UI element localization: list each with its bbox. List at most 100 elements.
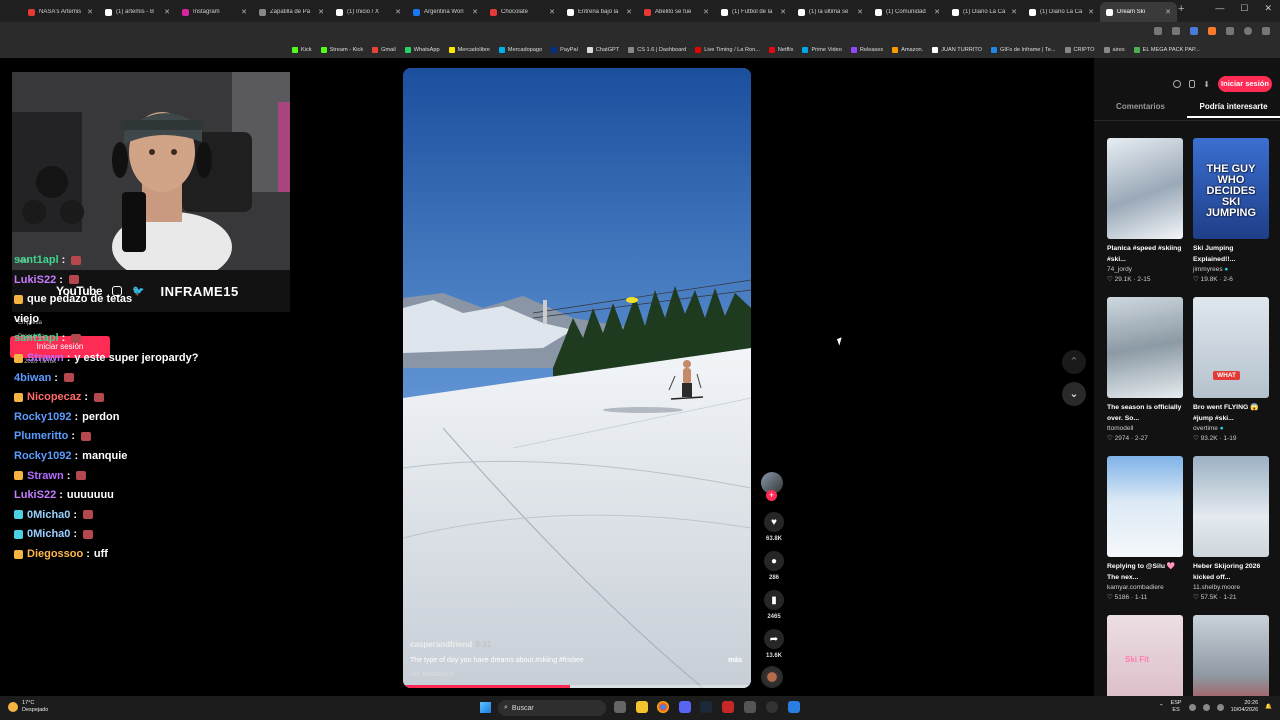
close-tab-icon[interactable]: ✕ <box>703 8 709 16</box>
close-tab-icon[interactable]: ✕ <box>1011 8 1017 16</box>
video-progress-bar[interactable] <box>403 685 751 688</box>
previous-video-button[interactable]: ⌃ <box>1062 350 1086 374</box>
video-more-link[interactable]: más <box>728 657 742 664</box>
chat-username[interactable]: sant1apl <box>14 254 59 266</box>
chat-username[interactable]: 0Micha0 <box>27 509 70 521</box>
browser-tab[interactable]: Instagram ✕ <box>176 2 253 22</box>
extension-icon[interactable] <box>1208 27 1216 35</box>
share-action[interactable]: ➦ 13.6K <box>761 629 787 659</box>
volume-icon[interactable] <box>1202 703 1210 711</box>
new-tab-button[interactable]: + <box>1178 3 1184 15</box>
wifi-icon[interactable] <box>1188 703 1196 711</box>
file-explorer-icon[interactable] <box>636 701 648 713</box>
card-author[interactable]: overtime ● <box>1193 425 1269 432</box>
obs-icon[interactable] <box>766 701 778 713</box>
bookmark-item[interactable]: PayPal <box>551 47 578 53</box>
video-thumbnail[interactable]: WHAT <box>1193 297 1269 398</box>
bookmark-item[interactable]: ChatGPT <box>586 47 619 53</box>
browser-tab[interactable]: Zapatilla de Pá ✕ <box>253 2 330 22</box>
close-tab-icon[interactable]: ✕ <box>87 8 93 16</box>
tray-chevron-icon[interactable]: ⌃ <box>1159 704 1164 710</box>
discord-icon[interactable] <box>679 701 691 713</box>
windows-start-icon[interactable] <box>480 702 491 713</box>
chat-username[interactable]: 0Micha0 <box>27 528 70 540</box>
browser-tab[interactable]: (1) la ultima se ✕ <box>792 2 869 22</box>
bookmark-item[interactable]: Mercadopago <box>498 47 542 53</box>
chat-username[interactable]: LukiS22 <box>14 489 56 501</box>
bookmark-item[interactable]: Kick <box>292 47 312 53</box>
menu-icon[interactable] <box>1262 27 1270 35</box>
bookmark-item[interactable]: JUAN TURRITO <box>932 47 982 53</box>
video-thumbnail[interactable]: THE GUY WHO DECIDES SKI JUMPING <box>1193 138 1269 239</box>
see-translation-link[interactable]: Ver traducción <box>410 671 455 678</box>
chat-username[interactable]: Rocky1092 <box>14 411 72 423</box>
notification-icon[interactable]: 🔔 <box>1265 704 1272 710</box>
card-author[interactable]: 11.shelby.moore <box>1193 584 1269 591</box>
login-button[interactable]: Iniciar sesión <box>1218 76 1272 92</box>
bookmark-item[interactable]: Stream - Kick <box>320 47 363 53</box>
cast-icon[interactable] <box>1154 27 1162 35</box>
minimize-icon[interactable]: — <box>1215 3 1224 14</box>
comment-icon[interactable]: ● <box>764 551 784 571</box>
card-title[interactable]: Replying to @Silu 🩷 The nex... <box>1107 561 1183 583</box>
browser-tab[interactable]: Abelito se fue ✕ <box>638 2 715 22</box>
card-title[interactable]: Bro went FLYING 😱 #jump #ski... <box>1193 402 1269 424</box>
browser-tab[interactable]: (1) Futbol de la ✕ <box>715 2 792 22</box>
bookmark-item[interactable]: Netflix <box>768 47 793 53</box>
bookmark-item[interactable]: CS 1.6 | Dashboard <box>628 47 686 53</box>
tab-recommended[interactable]: Podría interesarte <box>1187 102 1280 118</box>
bookmark-item[interactable]: EL MEGA PACK PAP... <box>1133 47 1200 53</box>
settings-icon[interactable] <box>1173 80 1182 88</box>
bookmark-item[interactable]: aires <box>1103 47 1125 53</box>
bookmark-item[interactable]: Live Timing / La Ron... <box>695 47 760 53</box>
taskbar-search[interactable]: ⌕ Buscar <box>498 700 606 716</box>
music-disc-icon[interactable] <box>761 666 783 688</box>
close-tab-icon[interactable]: ✕ <box>1165 8 1171 16</box>
bookmark-item[interactable]: GIFs de Inframe | Te... <box>991 47 1056 53</box>
card-title[interactable]: Planica #speed #skiing #ski... <box>1107 243 1183 265</box>
suggested-video-card[interactable]: Replying to @Silu 🩷 The nex... kamyar.com… <box>1107 456 1183 601</box>
browser-tab[interactable]: (1) Inicio / X ✕ <box>330 2 407 22</box>
bookmark-item[interactable]: Amazon. <box>892 47 923 53</box>
browser-tab[interactable]: Chocolate ✕ <box>484 2 561 22</box>
video-author-name[interactable]: casperandfriend <box>410 640 472 649</box>
chat-username[interactable]: Diegossoo <box>27 548 83 560</box>
chat-username[interactable]: Nicopecaz <box>27 391 81 403</box>
card-title[interactable]: Heber Skijoring 2026 kicked off... <box>1193 561 1269 583</box>
close-tab-icon[interactable]: ✕ <box>472 8 478 16</box>
bookmark-item[interactable]: CRIPTO <box>1064 47 1095 53</box>
browser-tab[interactable]: Argentina Worl ✕ <box>407 2 484 22</box>
close-window-icon[interactable]: ✕ <box>1264 3 1272 14</box>
chat-username[interactable]: sant1apl <box>14 332 59 344</box>
suggested-video-card[interactable]: Heber Skijoring 2026 kicked off... 11.she… <box>1193 456 1269 601</box>
close-tab-icon[interactable]: ✕ <box>549 8 555 16</box>
card-author[interactable]: jimmyrees ● <box>1193 266 1269 273</box>
video-thumbnail[interactable] <box>1107 297 1183 398</box>
language-indicator[interactable]: ESP ES <box>1171 700 1182 714</box>
next-video-button[interactable]: ⌄ <box>1062 382 1086 406</box>
comment-action[interactable]: ● 286 <box>761 551 787 581</box>
puzzle-icon[interactable] <box>1226 27 1234 35</box>
card-author[interactable]: 74_jordy <box>1107 266 1183 273</box>
bookmark-item[interactable]: Releases <box>850 47 883 53</box>
chat-username[interactable]: Strawn <box>27 470 64 482</box>
browser-tab[interactable]: NASA's Artemis ✕ <box>22 2 99 22</box>
suggested-video-card[interactable]: THE GUY WHO DECIDES SKI JUMPING Ski Jumpi… <box>1193 138 1269 283</box>
browser-tab[interactable]: (1) Diario La Ca ✕ <box>946 2 1023 22</box>
card-title[interactable]: The season is officially over. So... <box>1107 402 1183 424</box>
chat-username[interactable]: LukiS22 <box>14 274 56 286</box>
video-thumbnail[interactable] <box>1107 138 1183 239</box>
card-author[interactable]: ttomodell <box>1107 425 1183 432</box>
browser-tab[interactable]: (1) Diario La Ca ✕ <box>1023 2 1100 22</box>
extension-icon[interactable] <box>1190 27 1198 35</box>
bookmark-item[interactable]: WhatsApp <box>404 47 440 53</box>
card-author[interactable]: kamyar.combadiere <box>1107 584 1183 591</box>
browser-tab[interactable]: (1) Comunidad ✕ <box>869 2 946 22</box>
video-author[interactable]: casperandfriend 3-31 <box>410 640 491 649</box>
heart-icon[interactable]: ♥ <box>764 512 784 532</box>
suggested-video-card[interactable]: WHAT Bro went FLYING 😱 #jump #ski... overt… <box>1193 297 1269 442</box>
browser-tab[interactable]: Entrena bajo la ✕ <box>561 2 638 22</box>
clock[interactable]: 20:26 10/04/2026 <box>1231 700 1259 714</box>
bookmark-item[interactable]: Mercadolibre <box>448 47 490 53</box>
share-icon[interactable]: ➦ <box>764 629 784 649</box>
